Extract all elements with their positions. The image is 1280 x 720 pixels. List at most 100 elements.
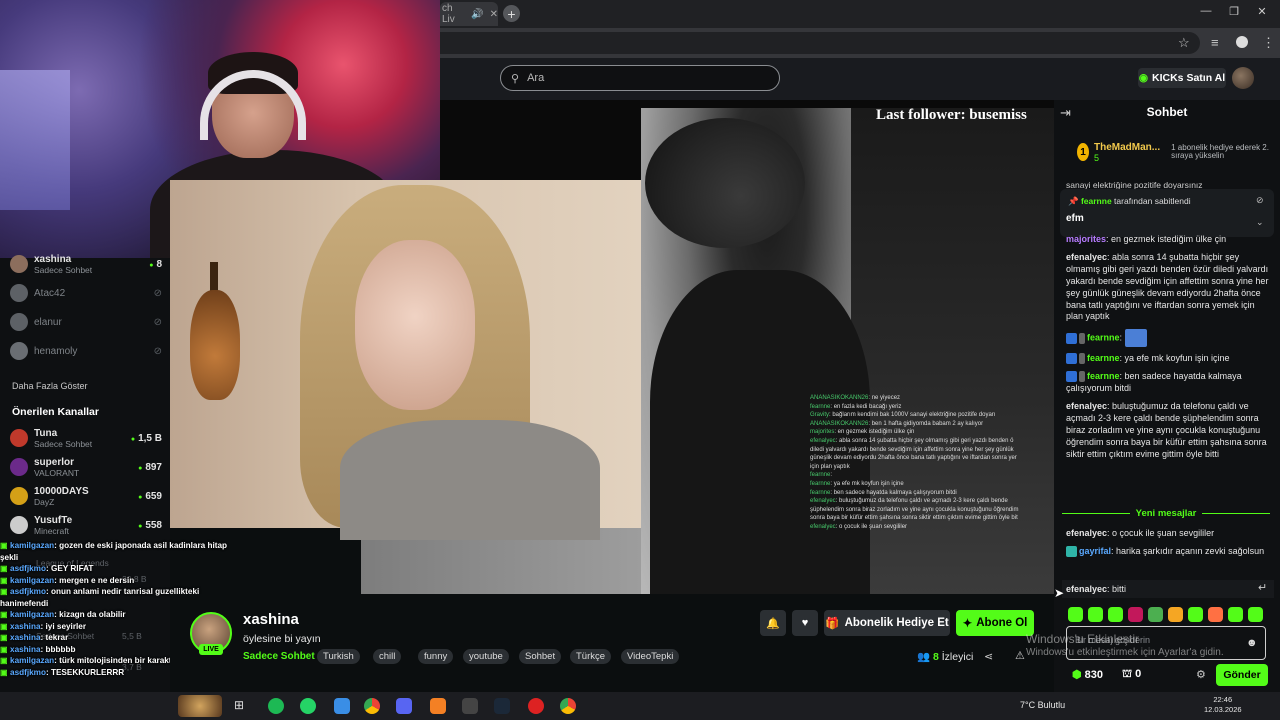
obs-icon[interactable] [462,698,478,714]
heart-icon[interactable]: ♥ [792,610,818,636]
chat-username[interactable]: fearnne [1087,371,1120,381]
emote-icon[interactable] [1148,607,1163,622]
report-icon[interactable]: ⚠ [1015,649,1025,662]
emote-icon[interactable] [1168,607,1183,622]
recommended-channel[interactable]: 10000DAYSDayZ 659 [10,483,162,509]
search-input[interactable]: ⚲ Ara [500,65,780,91]
gift-subscription-button[interactable]: 🎁 Abonelik Hediye Et [824,610,950,636]
emote-icon[interactable] [1228,607,1243,622]
channel-info: xashina Sadece Sohbet [34,254,92,275]
chrome-active-icon[interactable] [560,698,576,714]
chat-text: : [1119,332,1123,343]
emote-icon[interactable] [1128,607,1143,622]
chat-username[interactable]: fearnne [1087,353,1120,363]
menu-dots-icon[interactable]: ⋮ [1262,35,1275,51]
emote-icon[interactable] [1068,607,1083,622]
chat-username[interactable]: fearnne [1087,333,1120,343]
emote-icon[interactable] [1248,607,1263,622]
show-more-link[interactable]: Daha Fazla Göster [12,381,88,391]
emote-icon[interactable] [1188,607,1203,622]
overlay-chat-text: : ya efe mk koyfun işin içine [830,480,904,487]
emote-icon[interactable] [1088,607,1103,622]
unpin-icon[interactable]: ⊘ [1256,195,1264,206]
tag-funny[interactable]: funny [418,649,454,664]
chat-username[interactable]: gayrifal [1079,546,1111,556]
recommended-channel[interactable]: superlorVALORANT 897 [10,454,162,480]
chrome-icon[interactable] [364,698,380,714]
channel-avatar [10,284,28,302]
weather-widget[interactable]: 7°C Bulutlu [1020,700,1065,710]
profile-icon[interactable] [1236,36,1248,48]
send-button[interactable]: Gönder [1216,664,1268,686]
channel-points[interactable]: ⬢ 830 [1072,668,1103,681]
tag-türkçe[interactable]: Türkçe [570,649,612,664]
files-icon[interactable] [334,698,350,714]
chat-text: : o çocuk ile şuan sevgililer [1107,528,1215,538]
tag-chill[interactable]: chill [373,649,402,664]
recommended-channel[interactable]: TunaSadece Sohbet 1,5 B [10,425,162,451]
chat-username[interactable]: majorites [1066,234,1106,244]
last-user[interactable]: efenalyec [1066,584,1107,594]
tag-youtube[interactable]: youtube [463,649,509,664]
chat-username[interactable]: efenalyec [1066,401,1107,411]
chat-settings-icon[interactable]: ⚙ [1196,668,1206,681]
channel-info: 10000DAYS DayZ [34,486,89,507]
share-icon[interactable]: ⋖ [984,650,993,663]
chat-text: : abla sonra 14 şubatta hiçbir şey olmam… [1066,251,1269,322]
user-avatar[interactable] [1232,67,1254,89]
category-link[interactable]: Sadece Sohbet [243,651,315,662]
task-view-icon[interactable]: ⊞ [234,698,244,712]
bookmark-star-icon[interactable]: ☆ [1178,35,1190,51]
tag-turkish[interactable]: Turkish [317,649,360,664]
url-input[interactable] [440,32,1200,54]
overlay-chat-user: ANANASIKOKANN26 [810,420,869,427]
speaker-icon[interactable]: 🔊 [471,9,483,20]
pin-icon: 📌 [1068,196,1079,206]
tab-close-icon[interactable]: ✕ [490,9,498,20]
spotify-icon[interactable] [268,698,284,714]
close-window-icon[interactable]: ✕ [1252,5,1272,21]
gifter-name[interactable]: TheMadMan... [1094,142,1160,153]
streamer-name[interactable]: xashina [243,611,299,628]
tag-videotepki[interactable]: VideoTepki [621,649,680,664]
chat-username[interactable]: efenalyec [1066,252,1107,262]
sidebar-channel[interactable]: elanur ⊘ [10,309,162,335]
bottom-chat-text: : türk mitolojisinden bir karakter [54,656,180,665]
chevron-down-icon[interactable]: ⌄ [1256,217,1264,228]
tag-sohbet[interactable]: Sohbet [519,649,562,664]
channel-name: Tuna [34,427,58,439]
riot-icon[interactable] [528,698,544,714]
emote-icon[interactable] [1108,607,1123,622]
channel-info: Tuna Sadece Sohbet [34,428,92,449]
bottom-chat-line: ▣ kamilgazan: gozen de eski japonada asi… [0,540,240,552]
search-placeholder: Ara [527,72,545,84]
scroll-down-icon[interactable]: ↵ [1258,581,1267,594]
minimize-icon[interactable]: — [1196,5,1216,21]
sidebar-channel[interactable]: xashinaSadece Sohbet 8 [10,251,162,277]
sidebar-channel[interactable]: henamoly ⊘ [10,338,162,364]
browser-tab[interactable]: ch Liv 🔊 ✕ [440,2,498,26]
overlay-chat-text: : abla sonra 14 şubatta hiçbir şey olmam… [835,437,1014,444]
bell-icon[interactable]: 🔔 [760,610,786,636]
cloud-icon[interactable] [430,698,446,714]
overlay-chat-text: güneşlik devam ediyordu 2hafta önce bana… [810,455,1017,462]
drops-count[interactable]: ⛫ 0 [1122,668,1141,682]
emote-icon[interactable] [1208,607,1223,622]
media-control-icon[interactable]: ≡ [1211,35,1219,50]
overlay-chat-line: majorites: en gezmek istediğim ülke çin [810,428,1056,437]
sidebar-channel[interactable]: Atac42 ⊘ [10,280,162,306]
maximize-icon[interactable]: ❐ [1224,5,1244,21]
whatsapp-icon[interactable] [300,698,316,714]
new-tab-button[interactable]: + [503,5,520,22]
bottom-chat-user: kamilgazan [10,656,55,665]
subscribe-button[interactable]: ✦ Abone Ol [956,610,1034,636]
bottom-chat-text: : iyi seyirler [40,621,87,631]
emoji-icon[interactable]: ☻ [1246,637,1258,649]
recommended-channel[interactable]: YusufTeMinecraft 558 [10,512,162,538]
chat-username[interactable]: efenalyec [1066,528,1107,538]
steam-icon[interactable] [494,698,510,714]
buy-kicks-button[interactable]: ◉ KICKs Satın Al [1138,68,1226,88]
sub-badge-icon: ▣ [0,541,11,550]
clock[interactable]: 22:46 12.03.2026 [1204,695,1242,715]
discord-icon[interactable] [396,698,412,714]
